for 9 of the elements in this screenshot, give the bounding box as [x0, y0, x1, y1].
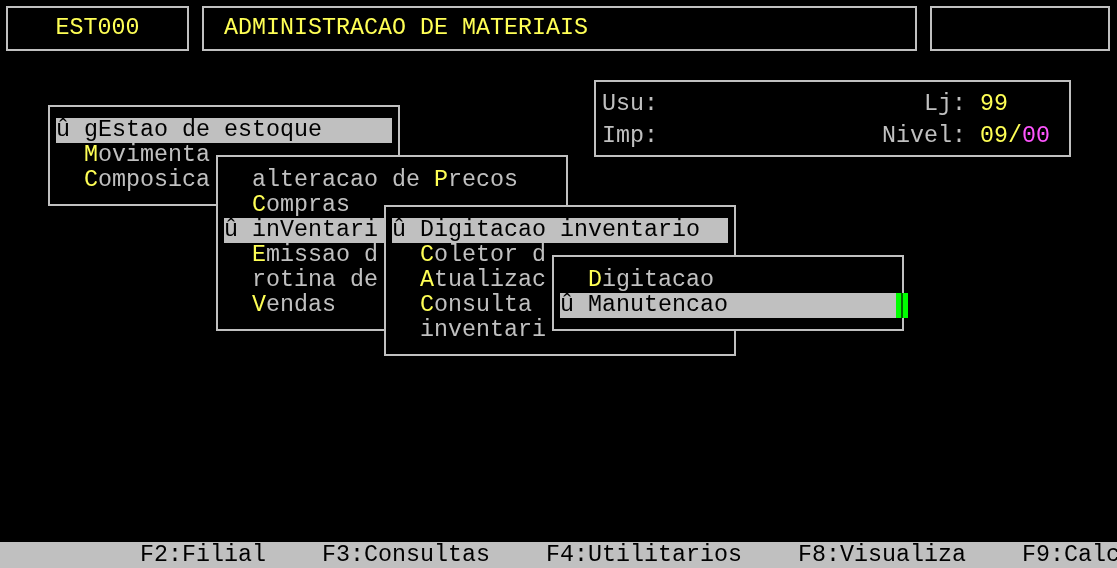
- printer-label: Imp:: [602, 123, 659, 151]
- program-code: EST000: [55, 16, 140, 41]
- user-label: Usu:: [602, 92, 659, 119]
- level-value: 09/: [980, 122, 1022, 149]
- level-label: Nivel:: [882, 123, 966, 151]
- store-label: Lj:: [923, 92, 966, 119]
- sublevel-value: 00: [1022, 122, 1050, 149]
- screen-title: ADMINISTRACAO DE MATERIAIS: [224, 16, 588, 41]
- store-value: 99: [980, 91, 1008, 117]
